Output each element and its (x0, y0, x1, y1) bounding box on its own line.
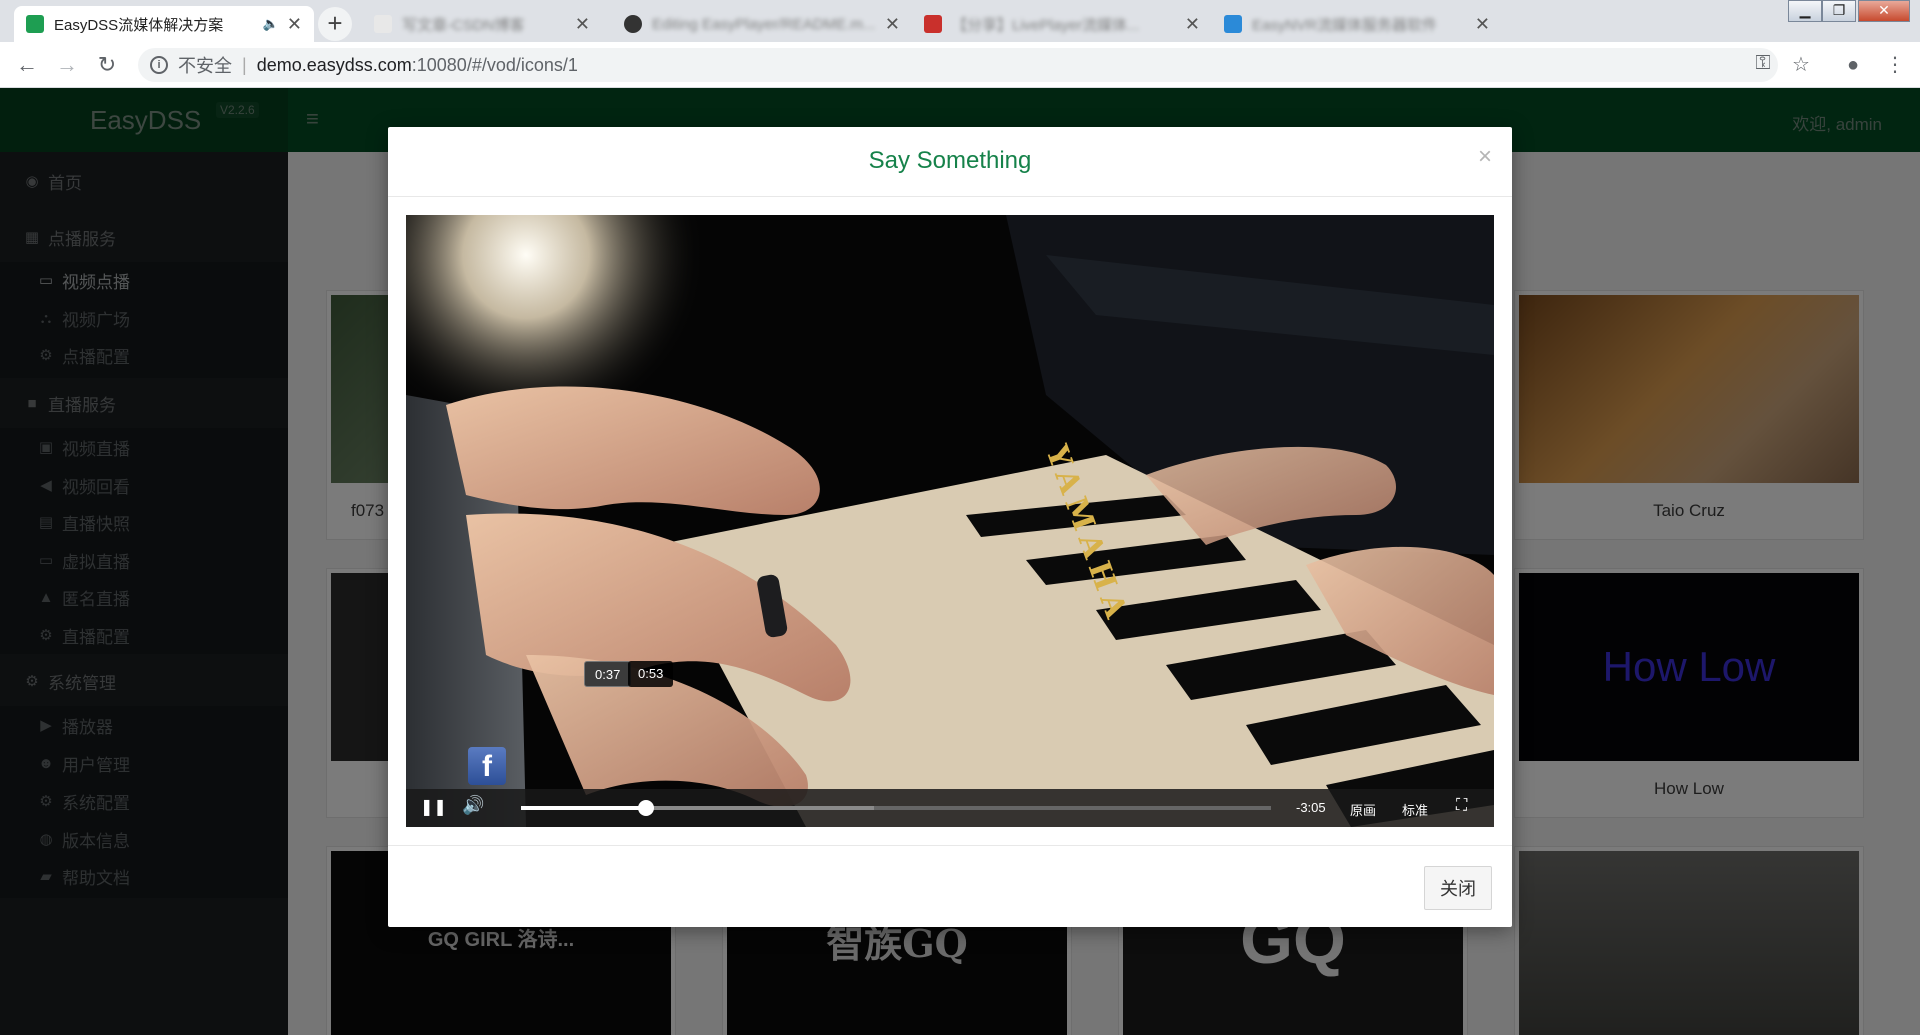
remaining-time: -3:05 (1296, 800, 1326, 815)
pause-icon[interactable]: ❚❚ (420, 797, 447, 817)
tab-github[interactable]: Editing EasyPlayer/README.m... ✕ (612, 6, 912, 42)
close-window-button[interactable]: ✕ (1858, 0, 1910, 22)
github-favicon-icon (624, 15, 642, 33)
quality-original-button[interactable]: 原画 (1350, 800, 1376, 819)
tab-title: 【分享】LivePlayer流媒体... (952, 16, 1140, 34)
new-tab-button[interactable]: + (318, 7, 352, 41)
progress-fill (521, 806, 647, 810)
close-icon[interactable]: ✕ (1475, 14, 1490, 35)
fullscreen-icon[interactable]: ⛶ (1456, 797, 1467, 815)
close-icon[interactable]: ✕ (287, 14, 302, 35)
reload-icon[interactable]: ↻ (92, 50, 122, 80)
tab-title: Editing EasyPlayer/README.m... (652, 15, 876, 33)
address-toolbar: ← → ↻ i 不安全 | demo.easydss.com :10080/#/… (0, 42, 1920, 88)
tab-title: EasyNVR流媒体服务器软件 (1252, 16, 1438, 34)
tab-easynvr[interactable]: EasyNVR流媒体服务器软件 ✕ (1212, 6, 1502, 42)
modal-footer: 关闭 (388, 845, 1512, 927)
browser-tab-strip: EasyDSS流媒体解决方案 🔈 ✕ + 写文章-CSDN博客 ✕ Editin… (0, 0, 1920, 42)
hover-time-tooltip: 0:37 (584, 661, 632, 687)
progress-bar[interactable] (521, 800, 1271, 816)
player-control-bar: ❚❚ 🔊 -3:05 原画 标准 ⛶ (406, 789, 1494, 827)
csdn-favicon-icon (374, 15, 392, 33)
volume-icon[interactable]: 🔊 (462, 795, 484, 816)
url-path: :10080/#/vod/icons/1 (411, 54, 578, 75)
audio-playing-icon[interactable]: 🔈 (263, 16, 279, 32)
easydss-favicon-icon (26, 15, 44, 33)
account-avatar-icon[interactable]: ● (1838, 50, 1868, 80)
video-modal: Say Something × YAMAHA f 0:37 0:53 ❚❚ 🔊 … (388, 127, 1512, 927)
facebook-logo-icon[interactable]: f (468, 747, 506, 785)
address-separator: | (242, 54, 247, 75)
security-label: 不安全 (178, 56, 232, 76)
modal-title: Say Something (868, 147, 1032, 174)
tab-easydss[interactable]: EasyDSS流媒体解决方案 🔈 ✕ (14, 6, 314, 42)
quality-standard-button[interactable]: 标准 (1402, 800, 1428, 819)
address-bar[interactable]: i 不安全 | demo.easydss.com :10080/#/vod/ic… (138, 48, 1778, 82)
tab-liveplayer[interactable]: 【分享】LivePlayer流媒体... ✕ (912, 6, 1212, 42)
tab-title: EasyDSS流媒体解决方案 (54, 16, 224, 34)
video-player[interactable]: YAMAHA f 0:37 0:53 ❚❚ 🔊 -3:05 原画 标准 ⛶ (406, 215, 1494, 827)
info-icon[interactable]: i (150, 56, 168, 74)
key-icon[interactable]: ⚿ (1748, 48, 1778, 78)
maximize-window-button[interactable]: ❐ (1822, 0, 1856, 22)
close-icon[interactable]: ✕ (885, 14, 900, 35)
star-bookmark-icon[interactable]: ☆ (1786, 50, 1816, 80)
buffer-time-tooltip: 0:53 (628, 661, 674, 687)
easynvr-favicon-icon (1224, 15, 1242, 33)
csdn-red-favicon-icon (924, 15, 942, 33)
progress-scrubber-handle[interactable] (638, 800, 655, 816)
close-button[interactable]: 关闭 (1424, 866, 1492, 910)
forward-arrow-icon[interactable]: → (52, 50, 82, 80)
close-icon[interactable]: × (1478, 143, 1492, 171)
close-icon[interactable]: ✕ (575, 14, 590, 35)
video-frame[interactable]: YAMAHA (406, 215, 1494, 827)
modal-header: Say Something × (388, 127, 1512, 197)
tab-title: 写文章-CSDN博客 (402, 16, 525, 34)
minimize-window-button[interactable]: ▁ (1788, 0, 1822, 22)
back-arrow-icon[interactable]: ← (12, 50, 42, 80)
tab-csdn[interactable]: 写文章-CSDN博客 ✕ (362, 6, 602, 42)
menu-kebab-icon[interactable]: ⋮ (1880, 50, 1910, 80)
close-icon[interactable]: ✕ (1185, 14, 1200, 35)
url-host: demo.easydss.com (256, 54, 412, 75)
